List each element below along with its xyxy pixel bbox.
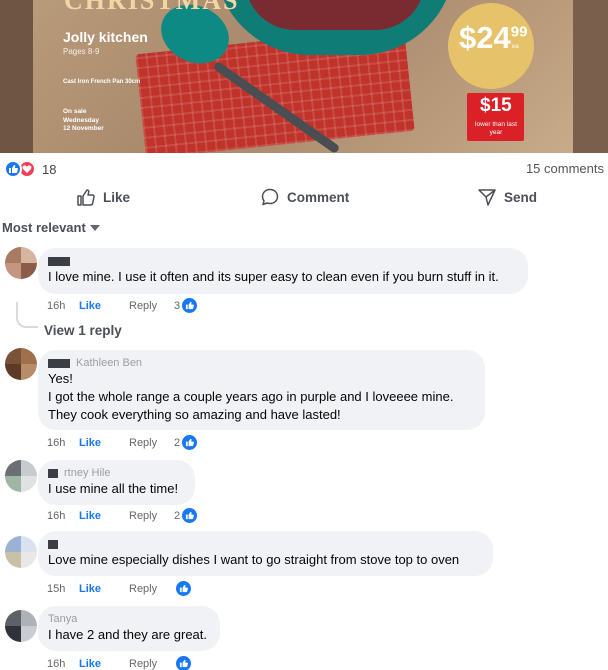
comment-bubble: I love mine. I use it often and its supe… bbox=[38, 248, 528, 294]
comment-like-button[interactable]: Like bbox=[79, 300, 129, 312]
comment-bubble: rtney Hile I use mine all the time! bbox=[38, 460, 195, 505]
comment-like-button[interactable]: Like bbox=[79, 658, 129, 670]
saving-note: lower than last year bbox=[475, 121, 517, 136]
comment-actions: 16h Like Reply 2 bbox=[47, 435, 198, 450]
thumbs-up-icon bbox=[77, 189, 95, 206]
commenter-name-text: Kathleen Ben bbox=[76, 357, 143, 369]
comment-time[interactable]: 16h bbox=[47, 437, 79, 449]
commenter-name[interactable]: rtney Hile bbox=[48, 466, 185, 480]
saving-amount: $15 bbox=[480, 95, 512, 116]
comment-actions: 16h Like Reply bbox=[47, 656, 191, 670]
redacted-name-block bbox=[48, 539, 58, 549]
chevron-down-icon bbox=[89, 224, 100, 231]
commenter-name-text: Tanya bbox=[48, 613, 78, 625]
comment-actions: 16h Like Reply 2 bbox=[47, 508, 198, 523]
comment-text: I use mine all the time! bbox=[48, 481, 179, 496]
redacted-name-block bbox=[48, 256, 70, 266]
comment-text: Love mine especially dishes I want to go… bbox=[48, 552, 460, 567]
avatar[interactable] bbox=[5, 247, 37, 279]
comment-like-button[interactable]: Like bbox=[79, 583, 129, 595]
comment-actions: 16h Like Reply 3 bbox=[47, 298, 198, 313]
comment-reply-button[interactable]: Reply bbox=[129, 300, 174, 312]
sale-date: On sale Wednesday 12 November bbox=[63, 108, 133, 134]
price-unit: ea bbox=[512, 44, 519, 50]
comment-like-button[interactable]: Like bbox=[79, 437, 129, 449]
reaction-count: 18 bbox=[42, 161, 57, 177]
comment-reaction-count: 2 bbox=[174, 509, 181, 522]
avatar[interactable] bbox=[5, 610, 37, 642]
like-reaction-icon[interactable] bbox=[176, 581, 191, 596]
comment-bubble: Kathleen Ben Yes! I got the whole range … bbox=[38, 350, 485, 430]
like-label: Like bbox=[103, 189, 131, 205]
avatar[interactable] bbox=[5, 348, 37, 380]
comment-reaction-count: 2 bbox=[174, 436, 181, 449]
view-replies-link[interactable]: View 1 reply bbox=[44, 323, 122, 338]
redacted-name-block bbox=[48, 358, 70, 368]
comment-bubble-icon bbox=[261, 188, 279, 206]
send-icon bbox=[478, 189, 496, 206]
sale-line-3: 12 November bbox=[63, 125, 104, 132]
redacted-name-block bbox=[48, 468, 58, 478]
comment-time[interactable]: 16h bbox=[47, 300, 79, 312]
catalogue-title: Jolly kitchen bbox=[63, 29, 148, 45]
comment-time[interactable]: 16h bbox=[47, 510, 79, 522]
avatar[interactable] bbox=[5, 460, 37, 492]
sale-line-1: On sale bbox=[63, 108, 87, 115]
catalogue-pages: Pages 8-9 bbox=[63, 47, 100, 56]
comment-like-button[interactable]: Like bbox=[79, 510, 129, 522]
commenter-name-text: rtney Hile bbox=[64, 467, 111, 479]
comment-reply-button[interactable]: Reply bbox=[129, 583, 174, 595]
sale-line-2: Wednesday bbox=[63, 116, 100, 124]
comment-bubble: Love mine especially dishes I want to go… bbox=[38, 531, 493, 576]
comments-count[interactable]: 15 comments bbox=[526, 161, 604, 176]
price-cents: 99 bbox=[510, 23, 528, 41]
reply-thread-line bbox=[16, 302, 38, 328]
like-reaction-icon[interactable] bbox=[182, 298, 198, 313]
reaction-summary[interactable]: 18 bbox=[4, 160, 56, 178]
sort-comments-dropdown[interactable]: Most relevant bbox=[2, 220, 100, 235]
comment-actions: 15h Like Reply bbox=[47, 581, 191, 596]
price: $2499 bbox=[459, 20, 527, 56]
commenter-name[interactable]: Tanya bbox=[48, 612, 210, 626]
like-button[interactable]: Like bbox=[76, 186, 130, 208]
sort-label: Most relevant bbox=[2, 220, 86, 235]
commenter-name[interactable]: Kathleen Ben bbox=[48, 356, 475, 370]
comment-label: Comment bbox=[287, 189, 350, 205]
comment-text: I have 2 and they are great. bbox=[48, 627, 207, 642]
comment-reply-button[interactable]: Reply bbox=[129, 437, 174, 449]
avatar[interactable] bbox=[5, 536, 37, 568]
comment-reaction-count: 3 bbox=[174, 299, 181, 312]
like-reaction-icon bbox=[4, 160, 22, 178]
comment-text: I love mine. I use it often and its supe… bbox=[48, 269, 499, 284]
comment-bubble: Tanya I have 2 and they are great. bbox=[38, 606, 220, 651]
product-name: Cast Iron French Pan 30cm bbox=[63, 79, 141, 85]
send-label: Send bbox=[504, 189, 538, 205]
comment-reply-button[interactable]: Reply bbox=[129, 658, 174, 670]
like-reaction-icon[interactable] bbox=[182, 508, 198, 523]
comment-time[interactable]: 15h bbox=[47, 583, 79, 595]
price-dollars: $24 bbox=[459, 20, 511, 55]
comment-time[interactable]: 16h bbox=[47, 658, 79, 670]
image-edge-left bbox=[0, 0, 33, 153]
send-button[interactable]: Send bbox=[477, 186, 537, 208]
comment-text-line: They cook everything so amazing and have… bbox=[48, 407, 341, 422]
post-image[interactable]: CHRISTMAS Jolly kitchen Pages 8-9 Cast I… bbox=[0, 0, 608, 153]
commenter-name[interactable] bbox=[48, 537, 483, 551]
commenter-name[interactable] bbox=[48, 254, 518, 268]
like-reaction-icon[interactable] bbox=[182, 435, 198, 450]
image-edge-right bbox=[573, 0, 608, 153]
comment-text-line: Yes! bbox=[48, 371, 73, 386]
comment-reply-button[interactable]: Reply bbox=[129, 510, 174, 522]
comment-button[interactable]: Comment bbox=[260, 186, 349, 208]
like-reaction-icon[interactable] bbox=[176, 656, 191, 670]
comment-text-line: I got the whole range a couple years ago… bbox=[48, 389, 454, 404]
catalogue-heading: CHRISTMAS bbox=[64, 0, 240, 15]
